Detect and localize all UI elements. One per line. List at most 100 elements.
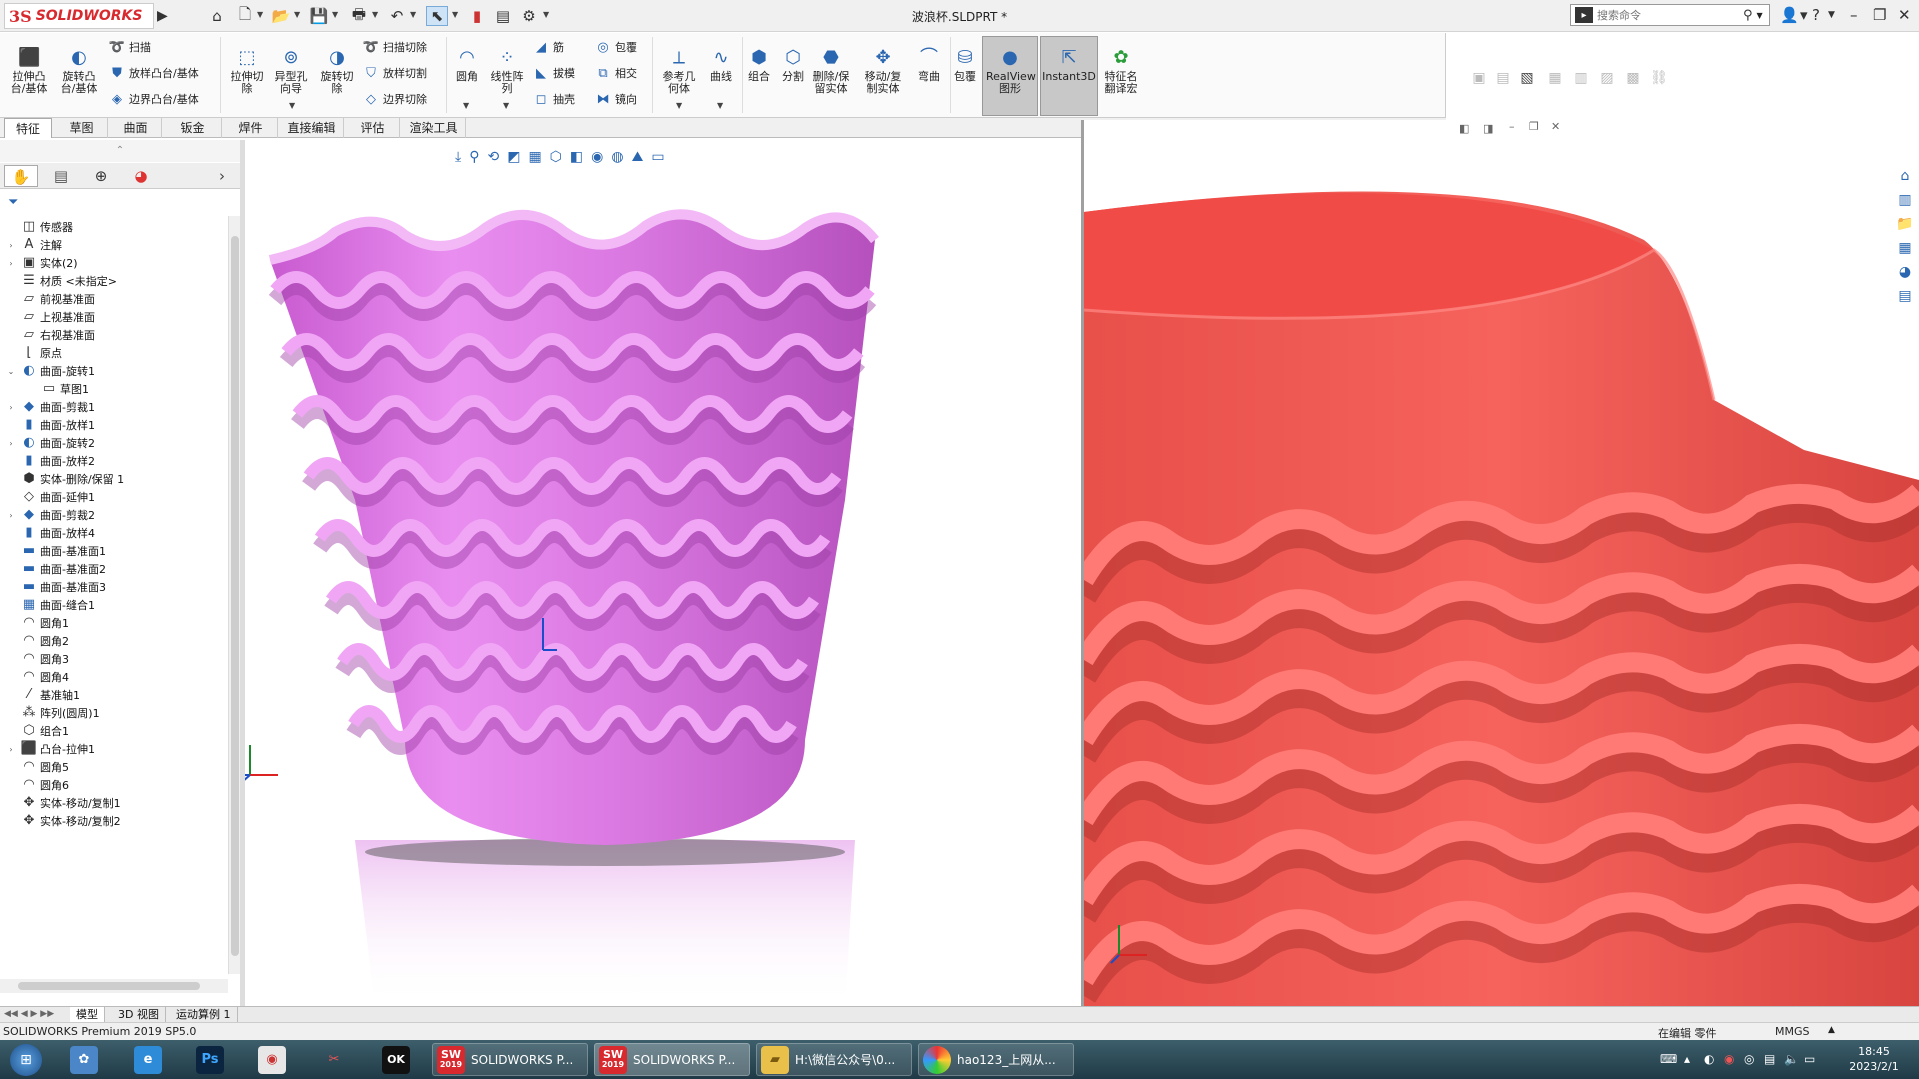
search-command-box[interactable]: ▸ ⚲ ▼: [1570, 4, 1770, 26]
taskbar-pinned-5[interactable]: ✂: [320, 1043, 354, 1076]
tab-direct-editing[interactable]: 直接编辑: [280, 118, 344, 138]
minimize-icon[interactable]: –: [1850, 6, 1858, 24]
loft-boss-button[interactable]: ⛊ 放样凸台/基体: [108, 63, 199, 83]
pattern-dropdown-icon[interactable]: ▼: [503, 101, 509, 110]
curves-dropdown-icon[interactable]: ▼: [717, 101, 723, 110]
rib-button[interactable]: ◢ 筋: [532, 37, 564, 57]
system-clock[interactable]: 18:45 2023/2/1: [1839, 1044, 1909, 1074]
revolve-cut-button[interactable]: ◑ 旋转切 除: [314, 47, 360, 95]
sweep-button[interactable]: ➰ 扫描: [108, 37, 151, 57]
user-account-icon[interactable]: 👤: [1780, 6, 1799, 24]
tray-network-icon[interactable]: ▤: [1764, 1052, 1775, 1066]
filter-icon[interactable]: ⏷: [8, 195, 18, 210]
cup-model-view[interactable]: [245, 140, 1081, 1006]
viewport-prev-icon[interactable]: ◧: [1459, 122, 1469, 135]
edit-appearance-icon[interactable]: ◍: [611, 149, 623, 165]
cup-zoom-view[interactable]: [1084, 120, 1919, 1006]
taskbar-explorer[interactable]: ▰ H:\微信公众号\0...: [756, 1043, 912, 1076]
solidworks-resources-icon[interactable]: ⌂: [1894, 168, 1916, 190]
revolve-boss-button[interactable]: ◐ 旋转凸 台/基体: [56, 47, 102, 95]
taskbar-solidworks-2[interactable]: SW 2019 SOLIDWORKS P...: [594, 1043, 750, 1076]
hole-wizard-dropdown-icon[interactable]: ▼: [289, 101, 295, 110]
design-library-icon[interactable]: ▥: [1894, 192, 1916, 214]
search-input[interactable]: [1597, 8, 1737, 22]
expand-toggle-icon[interactable]: ⌄: [6, 367, 16, 376]
tray-keyboard-icon[interactable]: ⌨: [1660, 1052, 1677, 1066]
instant3d-button[interactable]: ⇱ Instant3D: [1042, 47, 1096, 83]
tab-sketch[interactable]: 草图: [56, 118, 108, 138]
restore-icon[interactable]: ❐: [1873, 6, 1886, 24]
section-view-icon[interactable]: ◩: [507, 149, 520, 165]
tab-weldments[interactable]: 焊件: [224, 118, 278, 138]
help-icon[interactable]: ?: [1812, 6, 1820, 24]
start-button[interactable]: ⊞: [6, 1043, 46, 1076]
view-palette-icon[interactable]: ▦: [1894, 240, 1916, 262]
file-explorer-icon[interactable]: 📁: [1894, 216, 1916, 238]
expand-toggle-icon[interactable]: ›: [6, 745, 16, 754]
tray-app-icon[interactable]: ◉: [1724, 1052, 1734, 1066]
taskbar-pinned-ie[interactable]: e: [134, 1043, 168, 1076]
previous-view-icon[interactable]: ⟲: [487, 149, 499, 165]
viewport-close-icon[interactable]: ✕: [1551, 120, 1560, 133]
boundary-cut-button[interactable]: ◇ 边界切除: [362, 89, 427, 109]
boundary-boss-button[interactable]: ◈ 边界凸台/基体: [108, 89, 199, 109]
taskbar-pinned-ps[interactable]: Ps: [196, 1043, 230, 1076]
tab-model[interactable]: 模型: [70, 1007, 105, 1023]
tab-3d-view[interactable]: 3D 视图: [112, 1007, 166, 1023]
tray-app-icon[interactable]: ◎: [1744, 1052, 1754, 1066]
display-style-icon[interactable]: ◧: [570, 149, 583, 165]
sweep-cut-button[interactable]: ➰ 扫描切除: [362, 37, 427, 57]
hide-show-items-icon[interactable]: ◉: [591, 149, 603, 165]
tab-surfaces[interactable]: 曲面: [110, 118, 162, 138]
expand-toggle-icon[interactable]: ›: [6, 511, 16, 520]
user-dropdown-icon[interactable]: ▾: [1800, 6, 1808, 24]
zoom-to-area-icon[interactable]: ⚲: [469, 149, 479, 165]
hole-wizard-button[interactable]: ⊚ 异型孔 向导: [268, 47, 314, 95]
mirror-button[interactable]: ⧓ 镜向: [594, 89, 638, 109]
tab-evaluate[interactable]: 评估: [346, 118, 400, 138]
linear-pattern-button[interactable]: ⁘ 线性阵 列: [484, 47, 530, 95]
taskbar-solidworks-1[interactable]: SW 2019 SOLIDWORKS P...: [432, 1043, 588, 1076]
feature-tree-hscrollbar[interactable]: [0, 979, 228, 993]
fillet-dropdown-icon[interactable]: ▼: [463, 101, 469, 110]
tab-motion-study[interactable]: 运动算例 1: [170, 1007, 238, 1023]
feature-tree-item[interactable]: ✥ 实体-移动/复制2: [0, 810, 228, 832]
search-dropdown-icon[interactable]: ▼: [1757, 11, 1763, 20]
move-copy-body-button[interactable]: ✥ 移动/复 制实体: [860, 47, 906, 95]
expand-toggle-icon[interactable]: ›: [6, 259, 16, 268]
intersect-button[interactable]: ⧉ 相交: [594, 63, 637, 83]
expand-toggle-icon[interactable]: ›: [6, 403, 16, 412]
tray-app-icon[interactable]: ◐: [1704, 1052, 1714, 1066]
close-icon[interactable]: ✕: [1898, 6, 1911, 24]
realview-button[interactable]: ● RealView 图形: [986, 47, 1036, 95]
expand-toggle-icon[interactable]: ›: [6, 439, 16, 448]
tray-volume-icon[interactable]: 🔈: [1784, 1052, 1799, 1066]
shell-button[interactable]: ◻ 抽壳: [532, 89, 575, 109]
taskbar-pinned-4[interactable]: ◉: [258, 1043, 292, 1076]
display-manager-tab-icon[interactable]: ◕: [124, 165, 158, 187]
unit-system[interactable]: MMGS: [1775, 1025, 1810, 1038]
scrollbar-thumb[interactable]: [231, 236, 239, 956]
scrollbar-thumb[interactable]: [18, 982, 200, 990]
graphics-area-left[interactable]: [245, 140, 1081, 1006]
taskbar-pinned-1[interactable]: ✿: [70, 1043, 104, 1076]
zoom-to-fit-icon[interactable]: ⤓: [455, 149, 461, 165]
feature-tree-scrollbar[interactable]: [228, 216, 240, 974]
taskbar-browser[interactable]: hao123_上网从...: [918, 1043, 1074, 1076]
tab-features[interactable]: 特征: [4, 118, 52, 138]
extrude-boss-button[interactable]: ⬛ 拉伸凸 台/基体: [6, 47, 52, 95]
panel-handle[interactable]: ⌃: [0, 140, 240, 162]
help-dropdown-icon[interactable]: ▼: [1828, 10, 1835, 20]
expand-toggle-icon[interactable]: ›: [6, 241, 16, 250]
taskbar-pinned-6[interactable]: OK: [382, 1043, 416, 1076]
units-dropdown-icon[interactable]: ▲: [1828, 1025, 1835, 1035]
wrap-button[interactable]: ◎ 包覆: [594, 37, 637, 57]
tray-power-icon[interactable]: ▭: [1804, 1052, 1815, 1066]
viewport-next-icon[interactable]: ◨: [1483, 122, 1493, 135]
magnifier-icon[interactable]: ⚲: [1743, 8, 1753, 23]
property-manager-tab-icon[interactable]: ▤: [44, 165, 78, 187]
feature-translator-button[interactable]: ✿ 特征名 翻译宏: [1098, 47, 1144, 95]
image-tool-icon[interactable]: ▧: [1516, 70, 1538, 90]
apply-scene-icon[interactable]: ⛰: [632, 149, 644, 165]
extrude-cut-button[interactable]: ⬚ 拉伸切 除: [224, 47, 270, 95]
